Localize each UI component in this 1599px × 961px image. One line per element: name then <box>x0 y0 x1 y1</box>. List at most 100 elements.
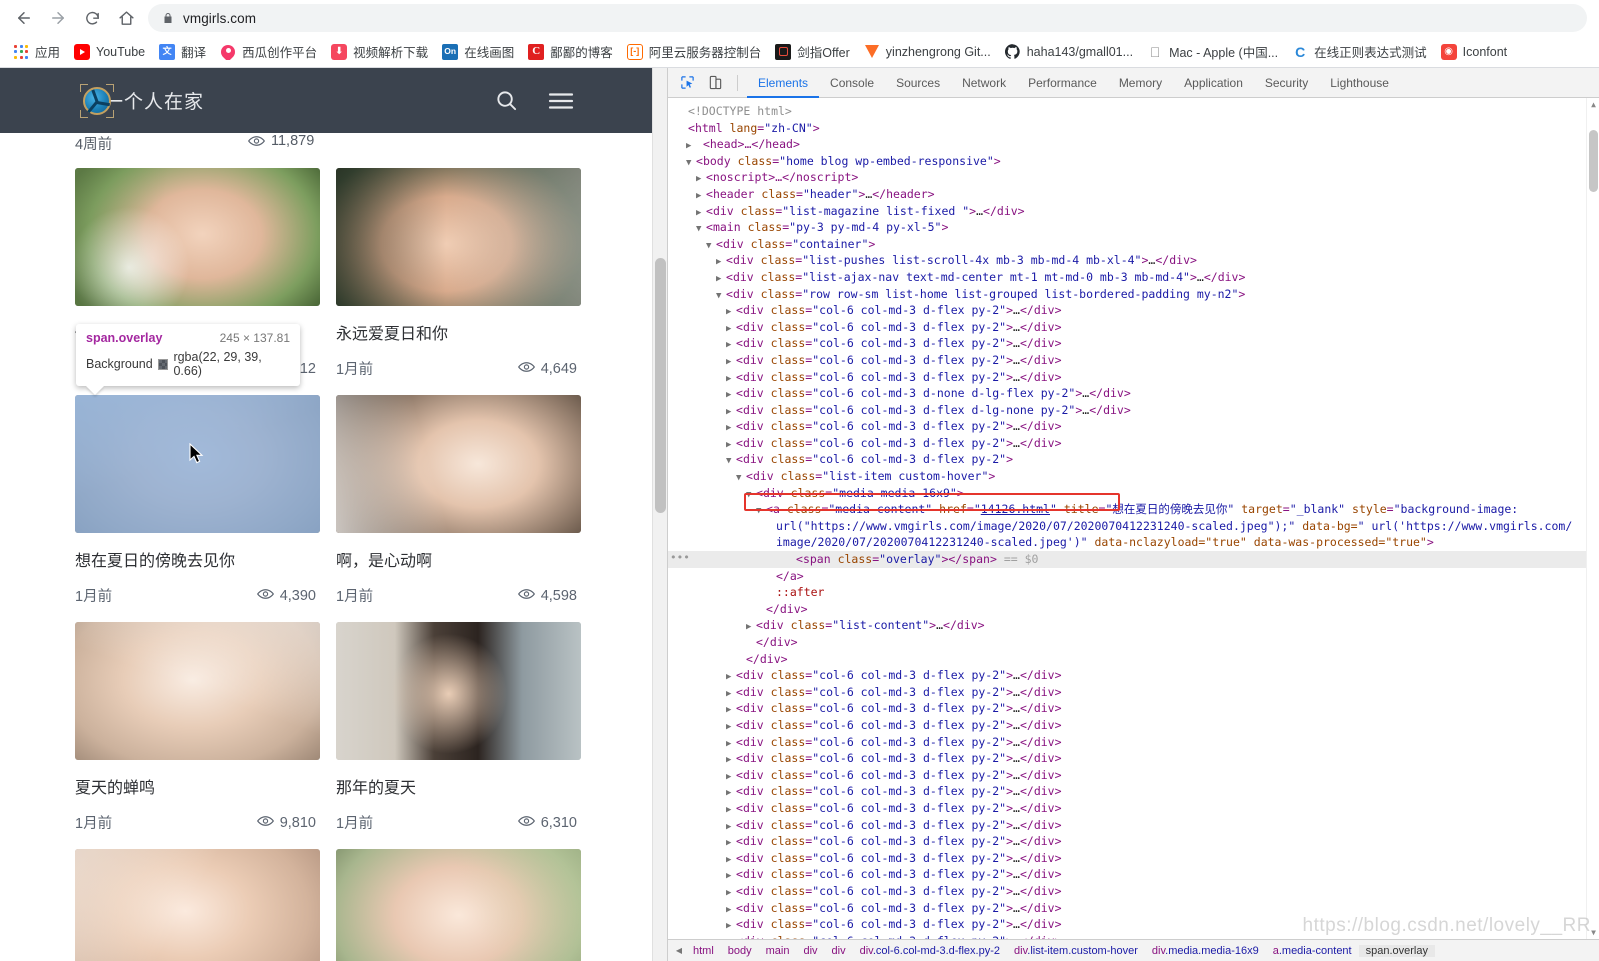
dom-line-expanded-col[interactable]: <div class="col-6 col-md-3 d-flex py-2"> <box>668 451 1599 468</box>
dom-line-anchor[interactable]: <a class="media-content" href="14126.htm… <box>668 501 1599 518</box>
bookmark-gitlab[interactable]: yinzhengrong Git... <box>857 41 998 63</box>
bookmark-regex-test[interactable]: C 在线正则表达式测试 <box>1285 39 1434 64</box>
dom-line[interactable]: <div class="col-6 col-md-3 d-flex py-2">… <box>668 800 1599 817</box>
breadcrumb-item-col[interactable]: div.col-6.col-md-3.d-flex.py-2 <box>853 945 1007 957</box>
post-title[interactable]: 想在夏日的傍晚去见你 <box>75 547 320 571</box>
dom-line[interactable]: <div class="row row-sm list-home list-gr… <box>668 286 1599 303</box>
dom-line[interactable]: <div class="col-6 col-md-3 d-flex py-2">… <box>668 833 1599 850</box>
dom-line[interactable]: <div class="col-6 col-md-3 d-flex py-2">… <box>668 302 1599 319</box>
page-scrollbar-thumb[interactable] <box>655 258 666 513</box>
home-button[interactable] <box>110 2 142 34</box>
dom-line[interactable]: <div class="col-6 col-md-3 d-flex py-2">… <box>668 335 1599 352</box>
dom-line[interactable]: <div class="col-6 col-md-3 d-flex py-2">… <box>668 783 1599 800</box>
dom-line[interactable]: <div class="list-content">…</div> <box>668 617 1599 634</box>
dom-line[interactable]: <div class="col-6 col-md-3 d-flex py-2">… <box>668 369 1599 386</box>
bookmark-blog[interactable]: C 鄙鄙的博客 <box>521 39 620 64</box>
breadcrumb-item-anchor[interactable]: a.media-content <box>1266 945 1359 957</box>
devtools-scrollbar-thumb[interactable] <box>1589 130 1598 192</box>
dom-line[interactable]: <div class="col-6 col-md-3 d-flex py-2">… <box>668 717 1599 734</box>
dom-line[interactable]: <div class="col-6 col-md-3 d-flex py-2">… <box>668 750 1599 767</box>
bookmark-translate[interactable]: 文 翻译 <box>152 39 213 64</box>
post-title[interactable]: 永远爱夏日和你 <box>336 320 581 344</box>
post-thumbnail[interactable] <box>75 849 320 961</box>
dom-line[interactable]: <div class="col-6 col-md-3 d-flex py-2">… <box>668 916 1599 933</box>
breadcrumb-item-div[interactable]: div <box>796 945 824 957</box>
dom-line[interactable]: <div class="col-6 col-md-3 d-flex py-2">… <box>668 700 1599 717</box>
post-thumbnail[interactable] <box>336 395 581 533</box>
dom-line[interactable]: <main class="py-3 py-md-4 py-xl-5"> <box>668 219 1599 236</box>
dom-line[interactable]: <div class="col-6 col-md-3 d-flex py-2">… <box>668 767 1599 784</box>
site-logo[interactable]: 一个人在家 <box>80 83 204 118</box>
scroll-down-icon[interactable]: ▼ <box>1587 926 1599 939</box>
dom-line[interactable]: <div class="col-6 col-md-3 d-flex py-2">… <box>668 933 1599 939</box>
inspect-element-icon[interactable] <box>674 70 700 96</box>
dom-line[interactable]: <div class="col-6 col-md-3 d-flex py-2">… <box>668 734 1599 751</box>
post-card[interactable]: 夏天的蝉鸣 1月前 9,810 <box>75 622 320 833</box>
dom-line[interactable]: <div class="list-magazine list-fixed ">…… <box>668 203 1599 220</box>
dom-tree[interactable]: <!DOCTYPE html> <html lang="zh-CN"> <hea… <box>668 98 1599 939</box>
scroll-up-icon[interactable]: ▲ <box>1587 98 1599 111</box>
tab-console[interactable]: Console <box>819 68 885 98</box>
tab-memory[interactable]: Memory <box>1108 68 1173 98</box>
bookmark-jianzhi-offer[interactable]: 剑指Offer <box>768 39 857 64</box>
dom-line[interactable]: <div class="col-6 col-md-3 d-flex py-2">… <box>668 435 1599 452</box>
tab-network[interactable]: Network <box>951 68 1017 98</box>
breadcrumb-item-media[interactable]: div.media.media-16x9 <box>1145 945 1266 957</box>
post-title[interactable]: 啊，是心动啊 <box>336 547 581 571</box>
page-scrollbar[interactable] <box>652 68 667 961</box>
breadcrumb-item-main[interactable]: main <box>759 945 797 957</box>
dom-line[interactable]: <div class="col-6 col-md-3 d-flex py-2">… <box>668 850 1599 867</box>
bookmark-online-draw[interactable]: On 在线画图 <box>435 39 521 64</box>
breadcrumb-scroll-left-icon[interactable]: ◀ <box>672 946 686 955</box>
dom-line[interactable]: <div class="col-6 col-md-3 d-none d-lg-f… <box>668 385 1599 402</box>
post-thumbnail[interactable] <box>336 849 581 961</box>
dom-line-pseudo[interactable]: ::after <box>668 584 1599 601</box>
bookmark-xigua[interactable]: 西瓜创作平台 <box>213 39 324 64</box>
bookmark-aliyun[interactable]: [-] 阿里云服务器控制台 <box>620 39 769 64</box>
dom-line[interactable]: <div class="col-6 col-md-3 d-flex py-2">… <box>668 319 1599 336</box>
dom-line[interactable]: <div class="col-6 col-md-3 d-flex py-2">… <box>668 900 1599 917</box>
dom-line[interactable]: <div class="col-6 col-md-3 d-flex py-2">… <box>668 352 1599 369</box>
dom-line[interactable]: <div class="col-6 col-md-3 d-flex py-2">… <box>668 684 1599 701</box>
bookmark-iconfont[interactable]: ◉ Iconfont <box>1434 41 1514 63</box>
breadcrumb-item-div[interactable]: div <box>825 945 853 957</box>
post-card[interactable] <box>336 849 581 961</box>
bookmark-apps[interactable]: 应用 <box>6 39 67 64</box>
devtools-scrollbar[interactable]: ▲ ▼ <box>1586 98 1599 939</box>
dom-line[interactable]: <div class="col-6 col-md-3 d-flex py-2">… <box>668 866 1599 883</box>
post-card[interactable]: 永远爱夏日和你 1月前 4,649 <box>336 168 581 379</box>
tab-lighthouse[interactable]: Lighthouse <box>1319 68 1400 98</box>
dom-line[interactable]: <div class="list-pushes list-scroll-4x m… <box>668 252 1599 269</box>
bookmark-video-download[interactable]: 视频解析下载 <box>324 39 435 64</box>
post-card-highlighted[interactable]: 想在夏日的傍晚去见你 1月前 4,390 <box>75 395 320 606</box>
post-thumbnail[interactable] <box>75 622 320 760</box>
dom-line[interactable]: <div class="col-6 col-md-3 d-flex py-2">… <box>668 667 1599 684</box>
reload-button[interactable] <box>76 2 108 34</box>
forward-button[interactable] <box>42 2 74 34</box>
bookmark-apple[interactable]:  Mac - Apple (中国... <box>1140 39 1285 64</box>
breadcrumb-item-list-item[interactable]: div.list-item.custom-hover <box>1007 945 1145 957</box>
breadcrumb-item-html[interactable]: html <box>686 945 721 957</box>
device-toolbar-icon[interactable] <box>702 70 728 96</box>
tab-performance[interactable]: Performance <box>1017 68 1108 98</box>
post-title[interactable]: 那年的夏天 <box>336 774 581 798</box>
dom-line[interactable]: <div class="media media-16x9"> <box>668 485 1599 502</box>
bookmark-youtube[interactable]: YouTube <box>67 41 152 63</box>
tab-sources[interactable]: Sources <box>885 68 951 98</box>
bookmark-github[interactable]: haha143/gmall01... <box>998 41 1140 63</box>
dom-line[interactable]: <div class="col-6 col-md-3 d-flex d-lg-n… <box>668 402 1599 419</box>
post-thumbnail[interactable] <box>336 168 581 306</box>
dom-line[interactable]: <head>…</head> <box>668 136 1599 153</box>
tab-application[interactable]: Application <box>1173 68 1254 98</box>
dom-line[interactable]: <div class="list-item custom-hover"> <box>668 468 1599 485</box>
address-bar[interactable]: vmgirls.com <box>148 4 1587 32</box>
post-card[interactable]: 啊，是心动啊 1月前 4,598 <box>336 395 581 606</box>
post-thumbnail[interactable] <box>336 622 581 760</box>
dom-line[interactable]: <div class="list-ajax-nav text-md-center… <box>668 269 1599 286</box>
dom-line[interactable]: <noscript>…</noscript> <box>668 169 1599 186</box>
dom-line[interactable]: <body class="home blog wp-embed-responsi… <box>668 153 1599 170</box>
search-icon[interactable] <box>495 89 518 112</box>
dom-line[interactable]: <div class="container"> <box>668 236 1599 253</box>
dom-line[interactable]: <header class="header">…</header> <box>668 186 1599 203</box>
dom-line[interactable]: <div class="col-6 col-md-3 d-flex py-2">… <box>668 418 1599 435</box>
